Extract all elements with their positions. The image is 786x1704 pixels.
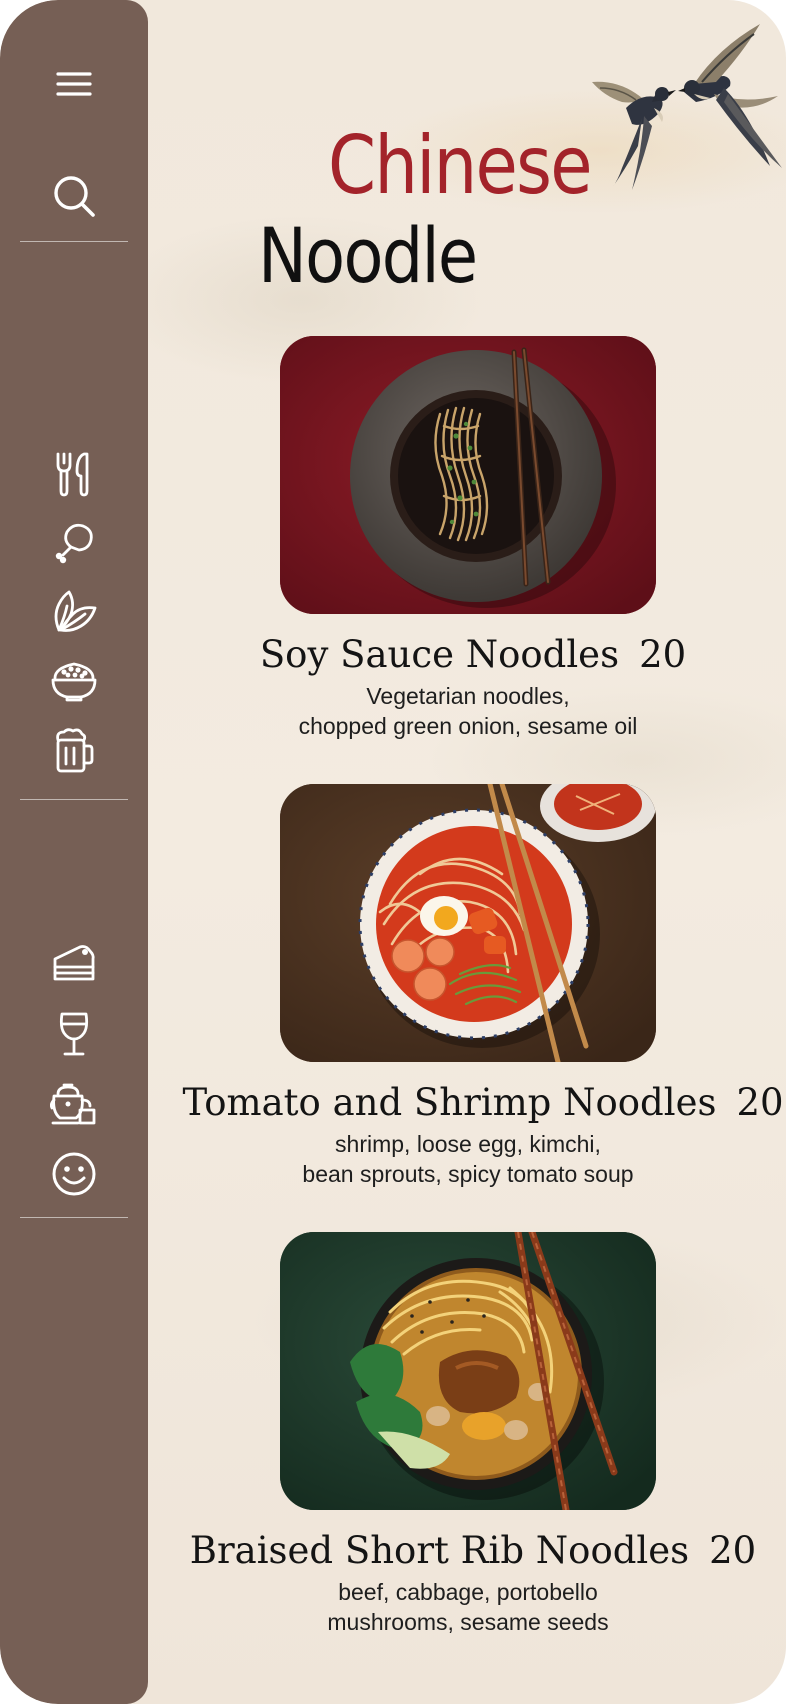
dish-description-line: beef, cabbage, portobello — [338, 1579, 598, 1605]
cake-icon — [53, 945, 95, 981]
dish-description-line: Vegetarian noodles, — [366, 683, 570, 709]
dish-description: beef, cabbage, portobello mushrooms, ses… — [200, 1577, 736, 1637]
dish-title: Tomato and Shrimp Noodles 20 — [170, 1084, 786, 1121]
menu-button[interactable] — [44, 56, 104, 112]
sidebar-item-meat[interactable] — [44, 515, 104, 571]
search-button[interactable] — [44, 168, 104, 224]
dish-description-line: shrimp, loose egg, kimchi, — [335, 1131, 601, 1157]
teapot-icon — [50, 1083, 96, 1125]
sidebar — [0, 0, 148, 1704]
menu-icon — [56, 72, 92, 96]
sidebar-divider — [20, 241, 128, 242]
page-title-accent: Chinese — [328, 119, 593, 212]
sidebar-item-wine[interactable] — [44, 1006, 104, 1062]
dish-title: Braised Short Rib Noodles 20 — [160, 1532, 786, 1569]
dish-price: 20 — [709, 1529, 757, 1572]
sidebar-item-desserts[interactable] — [44, 934, 104, 990]
sidebar-item-beer[interactable] — [44, 723, 104, 779]
dish-name: Tomato and Shrimp Noodles — [182, 1081, 717, 1124]
swallows-illustration — [592, 24, 782, 190]
beer-mug-icon — [56, 728, 94, 773]
search-icon — [54, 176, 95, 217]
sidebar-item-vegetarian[interactable] — [44, 584, 104, 640]
dish-description: shrimp, loose egg, kimchi, bean sprouts,… — [200, 1129, 736, 1189]
drumstick-icon — [55, 523, 93, 564]
sidebar-item-main-dishes[interactable] — [44, 446, 104, 502]
menu-app-screen: Chinese Noodle Soy Sauce Noodles 20 Vege… — [0, 0, 786, 1704]
dish-photo-braised-short-rib-noodles[interactable] — [280, 1232, 656, 1510]
dish-description-line: bean sprouts, spicy tomato soup — [302, 1161, 634, 1187]
smiley-icon — [52, 1152, 96, 1196]
utensils-icon — [56, 452, 89, 497]
dish-price: 20 — [736, 1081, 784, 1124]
dish-name: Braised Short Rib Noodles — [189, 1529, 690, 1572]
dish-price: 20 — [639, 633, 687, 676]
dish-description-line: chopped green onion, sesame oil — [298, 713, 638, 739]
dish-description: Vegetarian noodles, chopped green onion,… — [200, 681, 736, 741]
wine-glass-icon — [59, 1012, 89, 1056]
page-title: Noodle — [258, 211, 478, 300]
dish-description-line: mushrooms, sesame seeds — [327, 1609, 609, 1635]
dish-photo-tomato-shrimp-noodles[interactable] — [280, 784, 656, 1062]
sidebar-divider — [20, 799, 128, 800]
sidebar-item-tea[interactable] — [44, 1076, 104, 1132]
noodle-bowl-icon — [51, 662, 97, 702]
dish-title: Soy Sauce Noodles 20 — [160, 636, 786, 673]
sidebar-item-feedback[interactable] — [44, 1146, 104, 1202]
sidebar-item-noodles[interactable] — [44, 653, 104, 709]
dish-name: Soy Sauce Noodles — [259, 633, 620, 676]
leaf-icon — [54, 590, 97, 632]
dish-photo-soy-sauce-noodles[interactable] — [280, 336, 656, 614]
sidebar-divider — [20, 1217, 128, 1218]
